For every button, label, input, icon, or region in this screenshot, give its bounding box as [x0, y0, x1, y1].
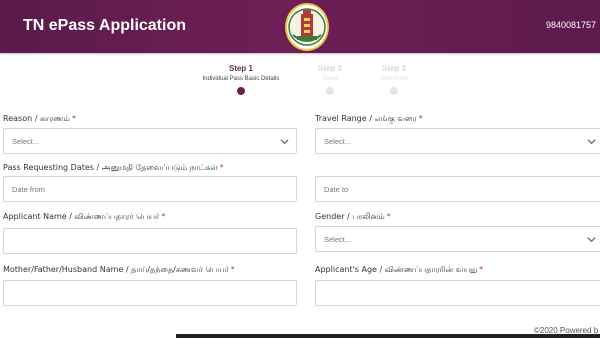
reason-label-text: Reason / காரணம்: [3, 114, 70, 123]
applicant-name-label: Applicant Name / விண்ணப்பதாரர் பெயர் *: [3, 212, 165, 222]
step-3-dot: [390, 87, 398, 95]
phone-number: 9840081757: [545, 20, 596, 30]
date-from-input[interactable]: Date from: [3, 176, 297, 202]
applicant-age-label: Applicant's Age / விண்ணப்பதாரரின் வயது *: [315, 265, 483, 275]
guardian-name-input[interactable]: [3, 280, 297, 306]
step-3-subtitle: Document: [380, 76, 408, 82]
step-1-title: Step 1: [228, 64, 253, 73]
required-mark: *: [219, 163, 224, 172]
applicant-age-input[interactable]: [315, 280, 600, 306]
date-from-placeholder: Date from: [12, 185, 45, 194]
required-mark: *: [161, 212, 166, 221]
tamil-nadu-emblem-icon: [285, 3, 329, 51]
travel-range-select-value: Select...: [324, 137, 352, 146]
travel-range-label-text: Travel Range / எங்கு வரை: [315, 114, 417, 123]
reason-label: Reason / காரணம் *: [3, 114, 76, 124]
reason-select[interactable]: Select...: [3, 128, 297, 154]
step-1-subtitle: Individual Pass Basic Details: [202, 76, 280, 82]
required-mark: *: [230, 265, 235, 274]
app-title: TN ePass Application: [23, 17, 186, 34]
required-mark: *: [71, 114, 76, 123]
step-1-dot: [237, 87, 245, 95]
guardian-name-label: Mother/Father/Husband Name / தாய்/தந்தை/…: [3, 265, 235, 275]
step-3: Step 3 Document: [349, 64, 439, 95]
dates-label-text: Pass Requesting Dates / அனுமதி தேவைப்படு…: [3, 163, 218, 172]
gender-select[interactable]: Select...: [315, 226, 600, 252]
chevron-down-icon: [280, 139, 289, 145]
applicant-name-input[interactable]: [3, 228, 297, 254]
dates-label: Pass Requesting Dates / அனுமதி தேவைப்படு…: [3, 163, 224, 173]
applicant-age-label-text: Applicant's Age / விண்ணப்பதாரரின் வயது: [315, 265, 478, 274]
gender-label-text: Gender / பாலினம்: [315, 212, 385, 221]
travel-range-label: Travel Range / எங்கு வரை *: [315, 114, 423, 124]
tn-epass-page: TN ePass Application 9840081757 Step 1 I…: [0, 0, 600, 338]
date-to-input[interactable]: Date to: [315, 176, 600, 202]
required-mark: *: [418, 114, 423, 123]
reason-select-value: Select...: [12, 137, 40, 146]
gender-label: Gender / பாலினம் *: [315, 212, 391, 222]
gender-select-value: Select...: [324, 235, 352, 244]
date-to-placeholder: Date to: [324, 185, 349, 194]
chevron-down-icon: [587, 237, 596, 243]
required-mark: *: [386, 212, 391, 221]
applicant-name-label-text: Applicant Name / விண்ணப்பதாரர் பெயர்: [3, 212, 160, 221]
app-header: TN ePass Application 9840081757: [0, 0, 600, 53]
required-mark: *: [479, 265, 484, 274]
step-2-dot: [326, 87, 334, 95]
footer-divider: [176, 334, 600, 338]
step-3-title: Step 3: [381, 64, 406, 73]
step-1: Step 1 Individual Pass Basic Details: [196, 64, 286, 95]
guardian-name-label-text: Mother/Father/Husband Name / தாய்/தந்தை/…: [3, 265, 229, 274]
step-progress: Step 1 Individual Pass Basic Details Ste…: [190, 64, 420, 104]
chevron-down-icon: [587, 139, 596, 145]
travel-range-select[interactable]: Select...: [315, 128, 600, 154]
